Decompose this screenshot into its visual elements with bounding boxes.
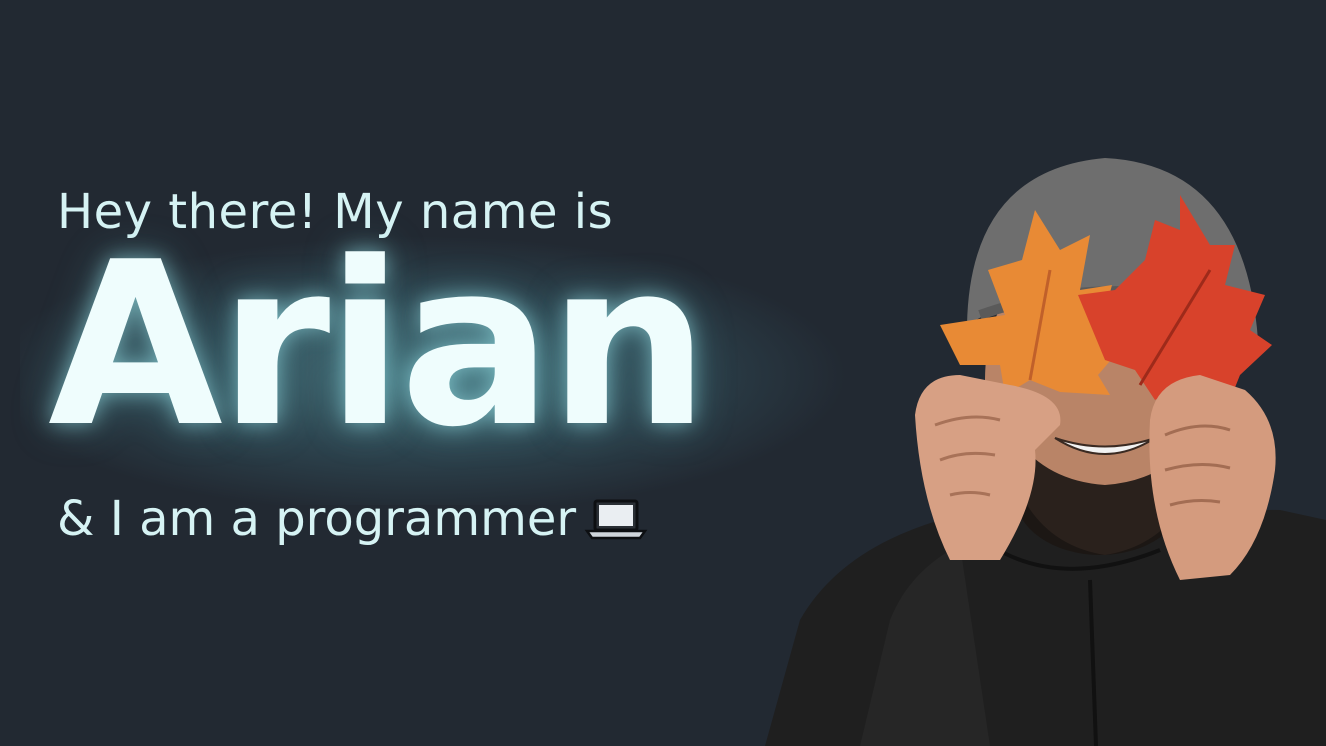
hero-section: Hey there! My name is Arian & I am a pro… (0, 0, 1326, 746)
name-heading: Arian (48, 214, 709, 477)
tagline-text: & I am a programmer (57, 491, 577, 547)
tagline: & I am a programmer (57, 493, 648, 546)
portrait-image (760, 150, 1326, 746)
laptop-icon (584, 497, 648, 541)
